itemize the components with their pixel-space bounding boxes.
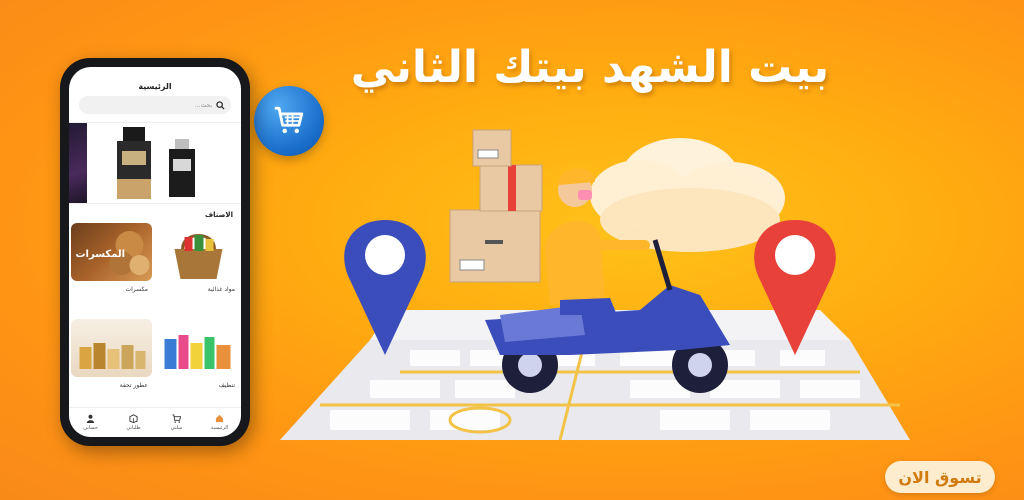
nav-item-home[interactable]: الرئيسية — [202, 414, 238, 431]
grocery-basket-image — [174, 234, 223, 279]
search-icon — [216, 100, 225, 110]
category-card-perfumes[interactable]: عطور تحفة — [71, 319, 152, 407]
category-card-nuts[interactable]: المكسرات مكسرات — [71, 223, 152, 311]
category-image — [158, 319, 239, 377]
nav-item-account[interactable]: حسابي — [73, 414, 109, 431]
parcel-boxes — [449, 129, 543, 283]
cart-icon — [172, 414, 181, 423]
nav-label: حسابي — [83, 425, 98, 431]
category-label: مكسرات — [125, 286, 148, 293]
nav-label: الرئيسية — [210, 425, 229, 431]
banner-headline: بيت الشهد بيتك الثاني — [350, 42, 830, 93]
category-card-cleaning[interactable]: تنظيف — [158, 319, 239, 407]
categories-heading: الاصناف — [205, 211, 233, 219]
shop-now-button[interactable]: تسوق الان — [885, 461, 995, 493]
perfume-bottle-image — [169, 139, 195, 197]
phone-mockup: الرئيسية بحث... الاصناف المكسرات مكسرات … — [60, 58, 250, 446]
nav-label: طلباتي — [126, 425, 141, 431]
nav-item-orders[interactable]: طلباتي — [116, 414, 152, 431]
status-bar — [69, 67, 241, 81]
category-image: المكسرات — [71, 223, 152, 281]
box-icon — [129, 414, 138, 423]
perfume-bottle-image — [117, 127, 151, 199]
user-icon — [86, 414, 95, 423]
nuts-image-label: المكسرات — [76, 249, 126, 260]
categories-grid: المكسرات مكسرات مواد غذائية عطور تحفة تن… — [69, 223, 241, 407]
category-card-groceries[interactable]: مواد غذائية — [158, 223, 239, 311]
category-label: تنظيف — [218, 382, 235, 389]
category-image — [71, 319, 152, 377]
phone-screen: الرئيسية بحث... الاصناف المكسرات مكسرات … — [69, 67, 241, 437]
home-icon — [215, 414, 224, 423]
perfumes-image — [79, 343, 146, 369]
category-label: عطور تحفة — [119, 382, 148, 389]
delivery-illustration — [280, 129, 910, 441]
nav-item-cart[interactable]: سلتي — [159, 414, 195, 431]
shopping-cart-icon — [274, 106, 304, 134]
category-image — [158, 223, 239, 281]
banner-slide-edge — [69, 123, 87, 203]
promo-banner[interactable] — [69, 122, 241, 204]
nuts-image: المكسرات — [76, 231, 150, 275]
search-placeholder: بحث... — [194, 101, 212, 109]
cart-bubble — [254, 86, 324, 156]
cleaning-products-image — [164, 335, 231, 369]
bottom-nav: الرئيسية سلتي طلباتي حسابي — [69, 407, 241, 437]
search-input[interactable]: بحث... — [79, 96, 231, 114]
cloud-shape — [590, 138, 785, 252]
nav-label: سلتي — [170, 425, 183, 431]
category-label: مواد غذائية — [207, 286, 235, 293]
app-page-title: الرئيسية — [138, 82, 172, 91]
